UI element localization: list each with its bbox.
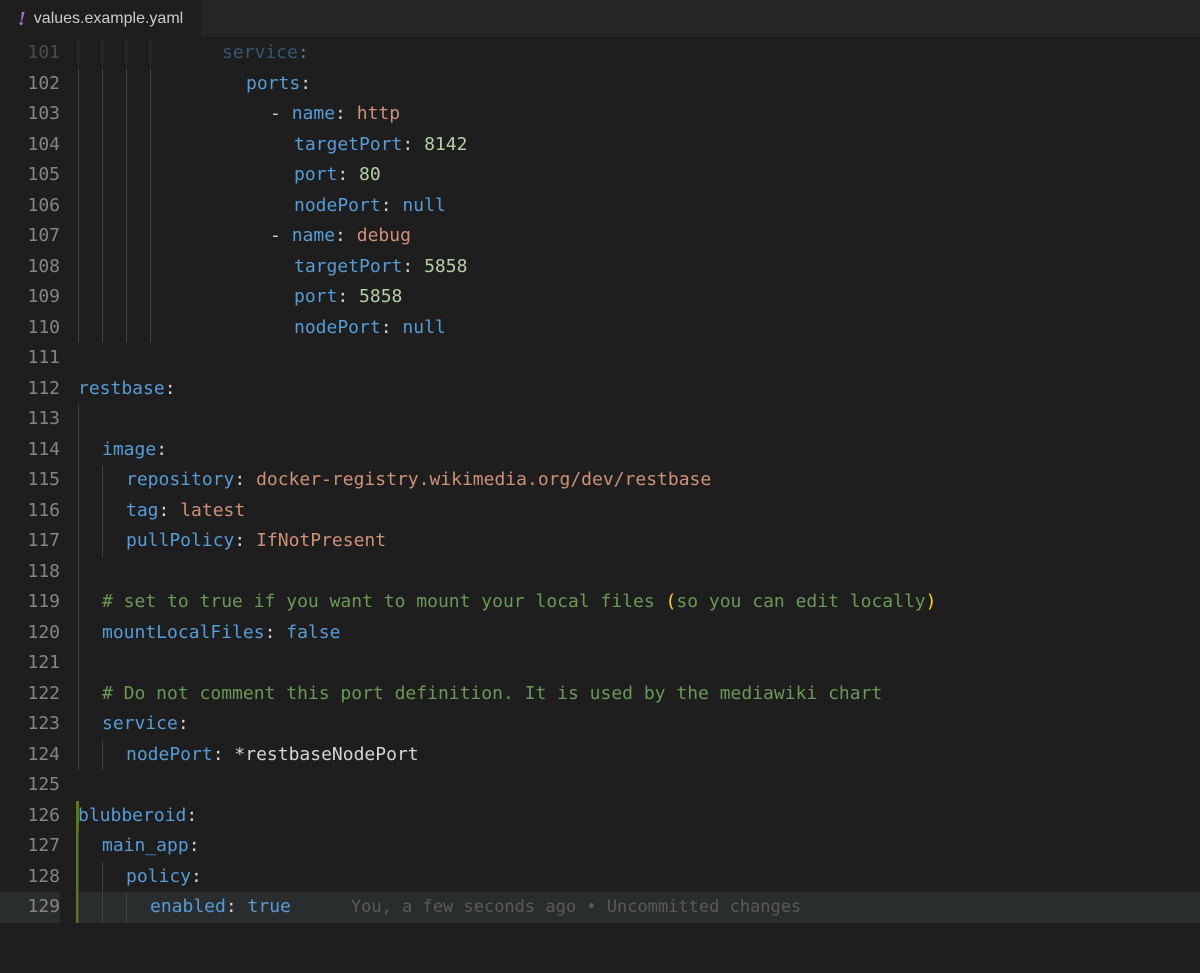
line-number: 108 <box>0 252 60 283</box>
code-line[interactable]: - name: debug <box>78 221 1200 252</box>
code-line[interactable] <box>78 404 1200 435</box>
code-line[interactable]: restbase: <box>78 374 1200 405</box>
tab-bar: ! values.example.yaml <box>0 0 1200 38</box>
code-line[interactable]: service: <box>78 709 1200 740</box>
code-line[interactable]: # Do not comment this port definition. I… <box>78 679 1200 710</box>
line-number: 129 <box>0 892 60 923</box>
line-number: 120 <box>0 618 60 649</box>
code-line[interactable]: port: 80 <box>78 160 1200 191</box>
line-number: 107 <box>0 221 60 252</box>
code-line[interactable]: service: <box>78 38 1200 69</box>
line-number-gutter: 1011021031041051061071081091101111121131… <box>0 38 78 973</box>
line-number: 128 <box>0 862 60 893</box>
line-number: 101 <box>0 38 60 69</box>
code-line[interactable]: tag: latest <box>78 496 1200 527</box>
line-number: 115 <box>0 465 60 496</box>
line-number: 117 <box>0 526 60 557</box>
tab-filename: values.example.yaml <box>34 10 183 28</box>
line-number: 127 <box>0 831 60 862</box>
code-line[interactable]: blubberoid: <box>78 801 1200 832</box>
line-number: 112 <box>0 374 60 405</box>
line-number: 122 <box>0 679 60 710</box>
line-number: 119 <box>0 587 60 618</box>
code-line[interactable]: enabled: trueYou, a few seconds ago • Un… <box>78 892 1200 923</box>
code-line[interactable]: nodePort: null <box>78 313 1200 344</box>
line-number: 105 <box>0 160 60 191</box>
code-line[interactable]: ports: <box>78 69 1200 100</box>
code-line[interactable]: image: <box>78 435 1200 466</box>
line-number: 104 <box>0 130 60 161</box>
line-number: 114 <box>0 435 60 466</box>
code-line[interactable]: mountLocalFiles: false <box>78 618 1200 649</box>
tab-values-example-yaml[interactable]: ! values.example.yaml <box>0 0 201 37</box>
yaml-file-icon: ! <box>18 9 26 29</box>
line-number: 102 <box>0 69 60 100</box>
line-number: 109 <box>0 282 60 313</box>
code-line[interactable]: port: 5858 <box>78 282 1200 313</box>
code-line[interactable] <box>78 343 1200 374</box>
code-line[interactable]: main_app: <box>78 831 1200 862</box>
code-line[interactable] <box>78 557 1200 588</box>
line-number: 111 <box>0 343 60 374</box>
line-number: 116 <box>0 496 60 527</box>
code-line[interactable]: repository: docker-registry.wikimedia.or… <box>78 465 1200 496</box>
line-number: 106 <box>0 191 60 222</box>
code-line[interactable]: targetPort: 5858 <box>78 252 1200 283</box>
line-number: 121 <box>0 648 60 679</box>
git-blame-annotation: You, a few seconds ago • Uncommitted cha… <box>351 897 801 917</box>
line-number: 110 <box>0 313 60 344</box>
code-line[interactable]: # set to true if you want to mount your … <box>78 587 1200 618</box>
code-line[interactable]: nodePort: *restbaseNodePort <box>78 740 1200 771</box>
code-line[interactable]: pullPolicy: IfNotPresent <box>78 526 1200 557</box>
line-number: 123 <box>0 709 60 740</box>
code-line[interactable]: - name: http <box>78 99 1200 130</box>
line-number: 118 <box>0 557 60 588</box>
line-number: 126 <box>0 801 60 832</box>
code-line[interactable]: policy: <box>78 862 1200 893</box>
code-line[interactable]: nodePort: null <box>78 191 1200 222</box>
line-number: 125 <box>0 770 60 801</box>
code-line[interactable] <box>78 648 1200 679</box>
line-number: 124 <box>0 740 60 771</box>
line-number: 113 <box>0 404 60 435</box>
code-area[interactable]: service:ports:- name: httptargetPort: 81… <box>78 38 1200 973</box>
code-line[interactable] <box>78 770 1200 801</box>
code-line[interactable]: targetPort: 8142 <box>78 130 1200 161</box>
code-editor[interactable]: 1011021031041051061071081091101111121131… <box>0 38 1200 973</box>
line-number: 103 <box>0 99 60 130</box>
